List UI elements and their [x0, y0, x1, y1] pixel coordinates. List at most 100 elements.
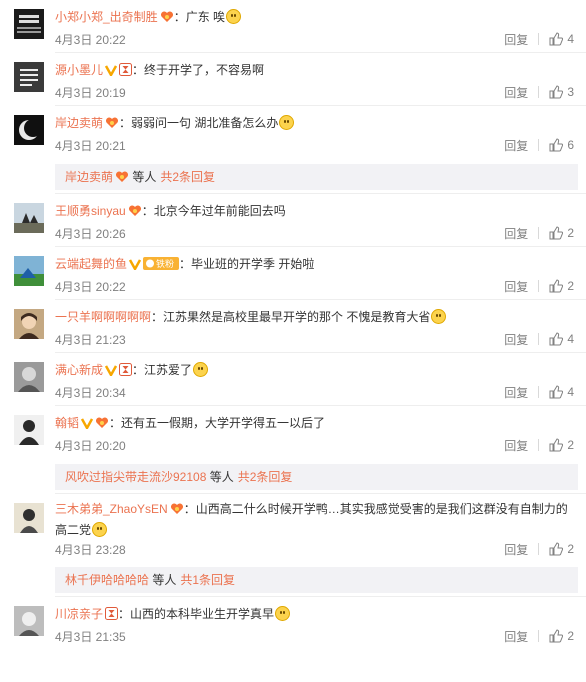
more-replies-box[interactable]: 林千伊哈哈哈哈 等人 共1条回复 [55, 567, 578, 593]
thumbs-up-icon[interactable] [549, 542, 564, 556]
comment-username[interactable]: 小郑小郑_出奇制胜 [55, 10, 158, 24]
comment-time: 4月3日 21:35 [55, 630, 126, 644]
thumbs-up-icon[interactable] [549, 438, 564, 452]
like-count: 6 [567, 138, 574, 152]
comment-actions: 回复 2 [504, 278, 574, 294]
comment-body: 小郑小郑_出奇制胜 ：广东 唉 [55, 9, 578, 25]
emoji-icon [226, 9, 242, 24]
comment-time: 4月3日 20:22 [55, 280, 126, 294]
reply-username[interactable]: 岸边卖萌 [65, 170, 113, 184]
comment-body: 满心新成 ：江苏爱了 [55, 362, 578, 378]
like-count: 4 [567, 385, 574, 399]
reply-count-link[interactable]: 共2条回复 [238, 470, 293, 484]
like-count: 2 [567, 438, 574, 452]
laughing-emoji-icon [279, 115, 295, 130]
thumbs-up-icon[interactable] [549, 32, 564, 46]
comment-time: 4月3日 23:28 [55, 543, 126, 557]
reply-button[interactable]: 回复 [504, 137, 528, 154]
comment-body: 川凉亲子 ：山西的本科毕业生开学真早 [55, 606, 578, 622]
comment-time: 4月3日 20:26 [55, 227, 126, 241]
avatar[interactable] [14, 503, 44, 533]
vip-heart-icon [105, 116, 119, 129]
reply-button[interactable]: 回复 [504, 84, 528, 101]
avatar[interactable] [14, 115, 44, 145]
hourglass-badge-icon [105, 607, 119, 620]
vip-heart-icon [170, 502, 184, 515]
comment-username[interactable]: 川凉亲子 [55, 607, 103, 621]
comment-item: 云端起舞的鱼 铁粉 ：毕业班的开学季 开始啦 4月3日 20:22 回复 2 [0, 247, 586, 300]
comment-text: ：毕业班的开学季 开始啦 [179, 257, 315, 271]
avatar[interactable] [14, 203, 44, 233]
cat-emoji-icon [431, 309, 447, 324]
emoji-icon [275, 606, 291, 621]
verified-v-icon [105, 364, 118, 376]
fan-badge: 铁粉 [143, 257, 180, 270]
hourglass-badge-icon [119, 363, 133, 376]
comment-username[interactable]: 满心新成 [55, 363, 103, 377]
like-count: 4 [567, 32, 574, 46]
reply-count-link[interactable]: 共2条回复 [160, 170, 215, 184]
fan-badge-label: 铁粉 [156, 258, 174, 270]
more-replies-box[interactable]: 风吹过指尖带走流沙92108 等人 共2条回复 [55, 464, 578, 490]
crying-emoji-icon [92, 522, 108, 537]
avatar[interactable] [14, 62, 44, 92]
reply-button[interactable]: 回复 [504, 278, 528, 295]
comment-time: 4月3日 20:22 [55, 33, 126, 47]
comment-time: 4月3日 20:34 [55, 386, 126, 400]
divider [538, 439, 540, 451]
avatar[interactable] [14, 309, 44, 339]
avatar[interactable] [14, 362, 44, 392]
reply-count-link[interactable]: 共1条回复 [180, 573, 235, 587]
reply-button[interactable]: 回复 [504, 384, 528, 401]
divider [538, 139, 540, 151]
comment-body: 一只羊啊啊啊啊啊：江苏果然是高校里最早开学的那个 不愧是教育大省 [55, 309, 578, 325]
comment-time: 4月3日 21:23 [55, 333, 126, 347]
reply-username[interactable]: 林千伊哈哈哈哈 [65, 573, 149, 587]
comment-username[interactable]: 岸边卖萌 [55, 116, 103, 130]
reply-button[interactable]: 回复 [504, 541, 528, 558]
reply-username[interactable]: 风吹过指尖带走流沙92108 [65, 470, 206, 484]
reply-suffix: 等人 [152, 573, 177, 587]
comment-body: 王顺勇sinyau ：北京今年过年前能回去吗 [55, 203, 578, 219]
avatar[interactable] [14, 9, 44, 39]
thumbs-up-icon[interactable] [549, 279, 564, 293]
divider [538, 86, 540, 98]
thumbs-up-icon[interactable] [549, 332, 564, 346]
comment-body: 源小墨儿 ：终于开学了，不容易啊 [55, 62, 578, 78]
more-replies-box[interactable]: 岸边卖萌 等人 共2条回复 [55, 164, 578, 190]
smile-emoji-icon [193, 362, 209, 377]
avatar[interactable] [14, 256, 44, 286]
comment-text: ：江苏爱了 [132, 363, 193, 377]
comment-item: 岸边卖萌 ：弱弱问一句 湖北准备怎么办 4月3日 20:21 回复 6 [0, 106, 586, 159]
divider [538, 280, 540, 292]
more-replies-row: 岸边卖萌 等人 共2条回复 [0, 159, 586, 194]
comment-text: ：广东 唉 [173, 10, 226, 24]
comment-username[interactable]: 一只羊啊啊啊啊啊 [55, 310, 151, 324]
comment-actions: 回复 2 [504, 541, 574, 557]
thumbs-up-icon[interactable] [549, 138, 564, 152]
comment-text: ：终于开学了，不容易啊 [132, 63, 265, 77]
comment-username[interactable]: 王顺勇sinyau [55, 204, 126, 218]
reply-button[interactable]: 回复 [504, 31, 528, 48]
hourglass-badge-icon [119, 63, 133, 76]
thumbs-up-icon[interactable] [549, 629, 564, 643]
thumbs-up-icon[interactable] [549, 85, 564, 99]
reply-button[interactable]: 回复 [504, 628, 528, 645]
comment-username[interactable]: 三木弟弟_ZhaoYsEN [55, 502, 168, 516]
comment-username[interactable]: 翰韬 [55, 416, 79, 430]
avatar[interactable] [14, 415, 44, 445]
comment-username[interactable]: 云端起舞的鱼 [55, 257, 127, 271]
comment-item: 小郑小郑_出奇制胜 ：广东 唉 4月3日 20:22 回复 4 [0, 0, 586, 53]
reply-button[interactable]: 回复 [504, 225, 528, 242]
reply-button[interactable]: 回复 [504, 331, 528, 348]
avatar[interactable] [14, 606, 44, 636]
thumbs-up-icon[interactable] [549, 226, 564, 240]
reply-button[interactable]: 回复 [504, 437, 528, 454]
comment-item: 一只羊啊啊啊啊啊：江苏果然是高校里最早开学的那个 不愧是教育大省 4月3日 21… [0, 300, 586, 353]
verified-v-icon [129, 258, 142, 270]
more-replies-row: 风吹过指尖带走流沙92108 等人 共2条回复 [0, 459, 586, 494]
comment-list: 小郑小郑_出奇制胜 ：广东 唉 4月3日 20:22 回复 4 源小墨儿 ：终于开学… [0, 0, 586, 650]
comment-username[interactable]: 源小墨儿 [55, 63, 103, 77]
comment-item: 源小墨儿 ：终于开学了，不容易啊 4月3日 20:19 回复 3 [0, 53, 586, 106]
thumbs-up-icon[interactable] [549, 385, 564, 399]
